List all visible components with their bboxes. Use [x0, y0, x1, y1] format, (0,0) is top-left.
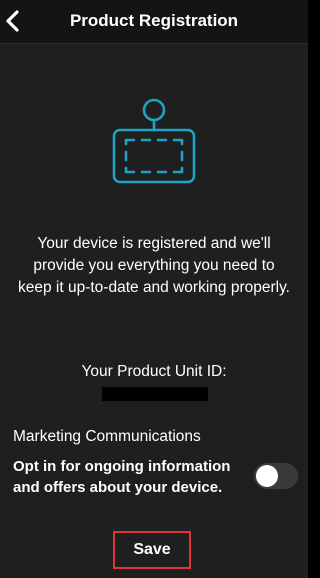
page-title: Product Registration — [69, 11, 239, 30]
product-registration-screen: Product Registration Your device is regi… — [0, 0, 308, 578]
device-tag-icon — [106, 94, 202, 184]
unit-id-value: ■■■■■■■■ — [102, 387, 208, 401]
optin-text: Opt in for ongoing information and offer… — [13, 458, 231, 496]
save-button[interactable]: Save — [115, 533, 189, 567]
toggle-knob — [256, 465, 278, 487]
optin-toggle[interactable] — [254, 463, 298, 489]
unit-id-label: Your Product Unit ID: — [81, 363, 227, 380]
header-bar: Product Registration — [0, 0, 308, 44]
registration-message: Your device is registered and we'll prov… — [18, 235, 290, 296]
marketing-heading: Marketing Communications — [13, 428, 201, 445]
